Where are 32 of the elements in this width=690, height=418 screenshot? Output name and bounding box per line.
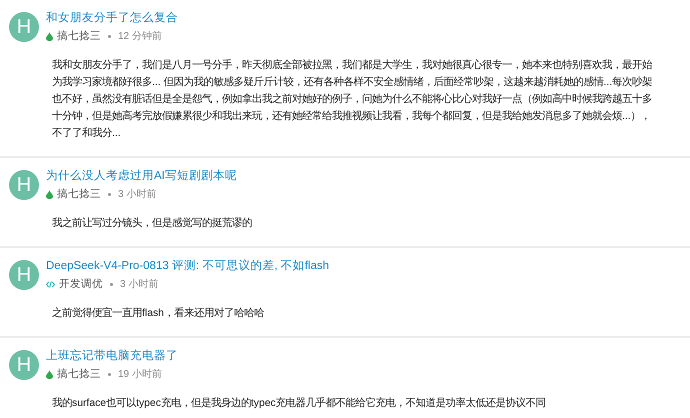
droplet-icon <box>46 32 53 40</box>
avatar[interactable]: H <box>9 170 39 200</box>
avatar[interactable]: H <box>9 260 39 290</box>
droplet-icon <box>46 370 53 378</box>
post-excerpt-line: 也不好，虽然没有脏话但是全是怨气，例如拿出我之前对她好的例子，问她为什么不能将心比心对我好一点（例如高中时候我跨越五十多 <box>52 92 653 107</box>
post-excerpt-line: 我之前让写过分镜头，但是感觉写的挺荒谬的 <box>52 216 253 231</box>
category-link[interactable]: 搞七捻三 <box>57 187 101 201</box>
post-excerpt-line: 为我学习家境都好很多... 但因为我的敏感多疑斤斤计较，还有各种各样不安全感情绪，后面经常吵架，这越来越消耗她的感情...每次吵架 <box>52 75 654 90</box>
separator-dot <box>108 372 111 376</box>
post-title-link[interactable]: 和女朋友分手了怎么复合 <box>46 10 178 26</box>
avatar[interactable]: H <box>9 12 39 42</box>
post-excerpt-line: 我的surface也可以typec充电，但是我身边的typec充电器几乎都不能给它充电，不知道是功率太低还是协议不同 <box>52 396 547 411</box>
post-excerpt-line: 不了了和我分... <box>52 126 122 141</box>
post-time: 3 小时前 <box>120 278 158 291</box>
post-title-link[interactable]: 上班忘记带电脑充电器了 <box>46 348 178 364</box>
post-title-link[interactable]: 为什么没人考虑过用AI写短剧剧本呢 <box>46 168 237 184</box>
separator-dot <box>108 34 111 38</box>
separator-dot <box>108 192 111 196</box>
code-icon <box>46 280 55 288</box>
category-link[interactable]: 开发调优 <box>59 277 103 291</box>
post-excerpt-line: 十分钟，但是她高考完放假嫌累很少和我出来玩，还有她经常给我推视频让我看，我每个都回复，但是我给她发消息多了她就会烦...）， <box>52 109 652 124</box>
post-time: 12 分钟前 <box>118 30 162 43</box>
category-link[interactable]: 搞七捻三 <box>57 29 101 43</box>
post-time: 3 小时前 <box>118 188 156 201</box>
post-time: 19 小时前 <box>118 368 162 381</box>
post-title-link[interactable]: DeepSeek-V4-Pro-0813 评测: 不可思议的差, 不如flash <box>46 258 330 274</box>
avatar[interactable]: H <box>9 350 39 380</box>
droplet-icon <box>46 190 53 198</box>
separator-dot <box>110 282 113 286</box>
post-excerpt-line: 之前觉得便宜一直用flash，看来还用对了哈哈哈 <box>52 306 265 321</box>
post-excerpt-line: 我和女朋友分手了，我们是八月一号分手，昨天彻底全部被拉黑，我们都是大学生，我对她很真心很专一，她本来也特别喜欢我，最开始 <box>52 58 654 73</box>
category-link[interactable]: 搞七捻三 <box>57 367 101 381</box>
